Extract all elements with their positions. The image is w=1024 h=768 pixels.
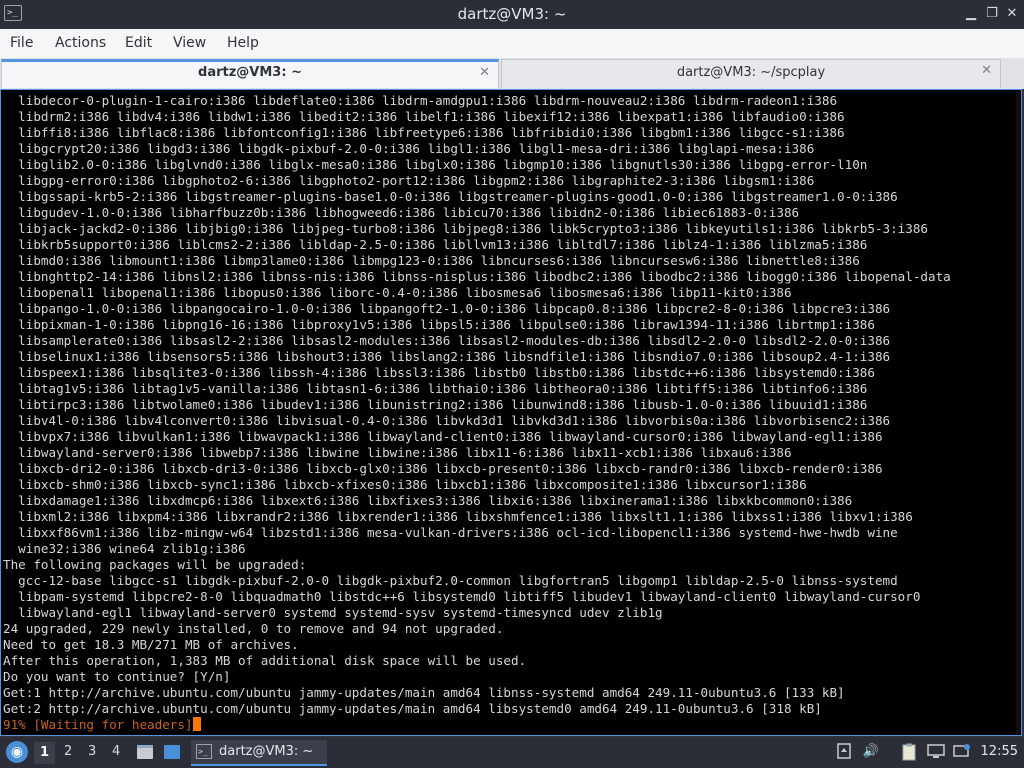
terminal-line: libmd0:i386 libmount1:i386 libmp3lame0:i… [3, 253, 860, 268]
menu-edit[interactable]: Edit [125, 35, 152, 51]
tab-spcplay-label: dartz@VM3: ~/spcplay [676, 65, 826, 80]
terminal-line: libv4l-0:i386 libv4lconvert0:i386 libvis… [3, 413, 891, 428]
menu-actions[interactable]: Actions [55, 35, 106, 51]
workspace-2[interactable]: 2 [64, 744, 72, 759]
terminal-line: libnghttp2-14:i386 libnsl2:i386 libnss-n… [3, 269, 951, 284]
minimize-button[interactable]: ▁ [962, 5, 980, 23]
terminal-line: libopenal1 libopenal1:i386 libopus0:i386… [3, 285, 792, 300]
terminal-line: libxml2:i386 libxpm4:i386 libxrandr2:i38… [3, 509, 913, 524]
menu-help[interactable]: Help [227, 35, 259, 51]
terminal-line: Get:1 http://archive.ubuntu.com/ubuntu j… [3, 685, 845, 700]
progress-text: 91% [Waiting for headers] [3, 717, 193, 732]
clipboard-icon[interactable] [900, 743, 918, 761]
terminal-output: libdecor-0-plugin-1-cairo:i386 libdeflat… [3, 93, 951, 733]
workspace-1[interactable]: 1 [34, 742, 56, 764]
workspace-4[interactable]: 4 [112, 744, 120, 759]
show-desktop-icon[interactable] [162, 742, 182, 762]
terminal-line: libtirpc3:i386 libtwolame0:i386 libudev1… [3, 397, 868, 412]
terminal-line: libxcb-dri2-0:i386 libxcb-dri3-0:i386 li… [3, 461, 883, 476]
terminal-line: libgudev-1.0-0:i386 libharfbuzz0b:i386 l… [3, 205, 800, 220]
network-icon[interactable] [835, 743, 853, 761]
terminal-line: Do you want to continue? [Y/n] [3, 669, 231, 684]
terminal-task-icon: >_ [196, 744, 212, 759]
window-titlebar[interactable]: >_ dartz@VM3: ~ ▁ ❐ ✕ [0, 0, 1024, 29]
terminal-line: libdrm2:i386 libdv4:i386 libdw1:i386 lib… [3, 109, 845, 124]
workspace-3[interactable]: 3 [88, 744, 96, 759]
terminal-line: Get:2 http://archive.ubuntu.com/ubuntu j… [3, 701, 822, 716]
tab-home-close-icon[interactable]: ✕ [479, 65, 490, 80]
terminal-scrollbar[interactable] [1016, 91, 1020, 734]
file-manager-icon[interactable] [135, 742, 155, 762]
terminal-line: libkrb5support0:i386 liblcms2-2:i386 lib… [3, 237, 868, 252]
terminal-line: libgcrypt20:i386 libgd3:i386 libgdk-pixb… [3, 141, 815, 156]
terminal-line: libglib2.0-0:i386 libglvnd0:i386 libglx-… [3, 157, 868, 172]
terminal-line: wine32:i386 wine64 zlib1g:i386 [3, 541, 246, 556]
terminal-line: libxdamage1:i386 libxdmcp6:i386 libxext6… [3, 493, 853, 508]
menu-file[interactable]: File [10, 35, 33, 51]
terminal-line: libffi8:i386 libflac8:i386 libfontconfig… [3, 125, 845, 140]
terminal-line: libsamplerate0:i386 libsasl2-2:i386 libs… [3, 333, 891, 348]
window-title: dartz@VM3: ~ [457, 5, 567, 23]
notification-icon[interactable] [953, 743, 971, 761]
volume-icon[interactable]: 🔊 [862, 743, 880, 761]
terminal-line: libpango-1.0-0:i386 libpangocairo-1.0-0:… [3, 301, 891, 316]
terminal-line: libjack-jackd2-0:i386 libjbig0:i386 libj… [3, 221, 929, 236]
close-window-button[interactable]: ✕ [1003, 5, 1021, 23]
terminal-line: libwayland-egl1 libwayland-server0 syste… [3, 605, 663, 620]
maximize-button[interactable]: ❐ [983, 5, 1001, 23]
tab-spcplay-close-icon[interactable]: ✕ [981, 63, 992, 78]
terminal-cursor [192, 717, 201, 731]
clock[interactable]: 12:55 [981, 744, 1018, 759]
terminal-line: After this operation, 1,383 MB of additi… [3, 653, 527, 668]
terminal-line: libtag1v5:i386 libtag1v5-vanilla:i386 li… [3, 381, 868, 396]
display-icon[interactable] [927, 743, 945, 761]
terminal-line: libgssapi-krb5-2:i386 libgstreamer-plugi… [3, 189, 898, 204]
taskbar-task-terminal[interactable]: >_ dartz@VM3: ~ [191, 740, 327, 766]
terminal-line: libdecor-0-plugin-1-cairo:i386 libdeflat… [3, 93, 838, 108]
tab-home[interactable]: dartz@VM3: ~ ✕ [1, 59, 499, 88]
tab-bar: dartz@VM3: ~ ✕ dartz@VM3: ~/spcplay ✕ [0, 58, 1024, 89]
terminal-line: The following packages will be upgraded: [3, 557, 307, 572]
taskbar-task-label: dartz@VM3: ~ [219, 744, 314, 759]
menubar: File Actions Edit View Help [0, 29, 1024, 59]
terminal-line: libxxf86vm1:i386 libz-mingw-w64 libzstd1… [3, 525, 898, 540]
terminal-line: 24 upgraded, 229 newly installed, 0 to r… [3, 621, 504, 636]
terminal-line: libspeex1:i386 libsqlite3-0:i386 libssh-… [3, 365, 875, 380]
terminal-line: Need to get 18.3 MB/271 MB of archives. [3, 637, 299, 652]
terminal-line: libxcb-shm0:i386 libxcb-sync1:i386 libxc… [3, 477, 807, 492]
tab-spcplay[interactable]: dartz@VM3: ~/spcplay ✕ [501, 59, 1001, 88]
start-menu-icon[interactable]: ◉ [6, 741, 28, 763]
terminal-area[interactable]: libdecor-0-plugin-1-cairo:i386 libdeflat… [0, 89, 1022, 736]
terminal-line: libvpx7:i386 libvulkan1:i386 libwavpack1… [3, 429, 883, 444]
terminal-line: libpam-systemd libpcre2-8-0 libquadmath0… [3, 589, 921, 604]
terminal-progress-line: 91% [Waiting for headers] [3, 717, 951, 733]
menu-view[interactable]: View [173, 35, 206, 51]
terminal-line: libpixman-1-0:i386 libpng16-16:i386 libp… [3, 317, 875, 332]
terminal-line: libgpg-error0:i386 libgphoto2-6:i386 lib… [3, 173, 815, 188]
terminal-line: gcc-12-base libgcc-s1 libgdk-pixbuf-2.0-… [3, 573, 898, 588]
terminal-line: libwayland-server0:i386 libwebp7:i386 li… [3, 445, 792, 460]
tab-home-label: dartz@VM3: ~ [198, 65, 302, 80]
taskbar: ◉ 1 2 3 4 >_ dartz@VM3: ~ 🔊 12:55 [0, 737, 1024, 768]
terminal-line: libselinux1:i386 libsensors5:i386 libsho… [3, 349, 891, 364]
